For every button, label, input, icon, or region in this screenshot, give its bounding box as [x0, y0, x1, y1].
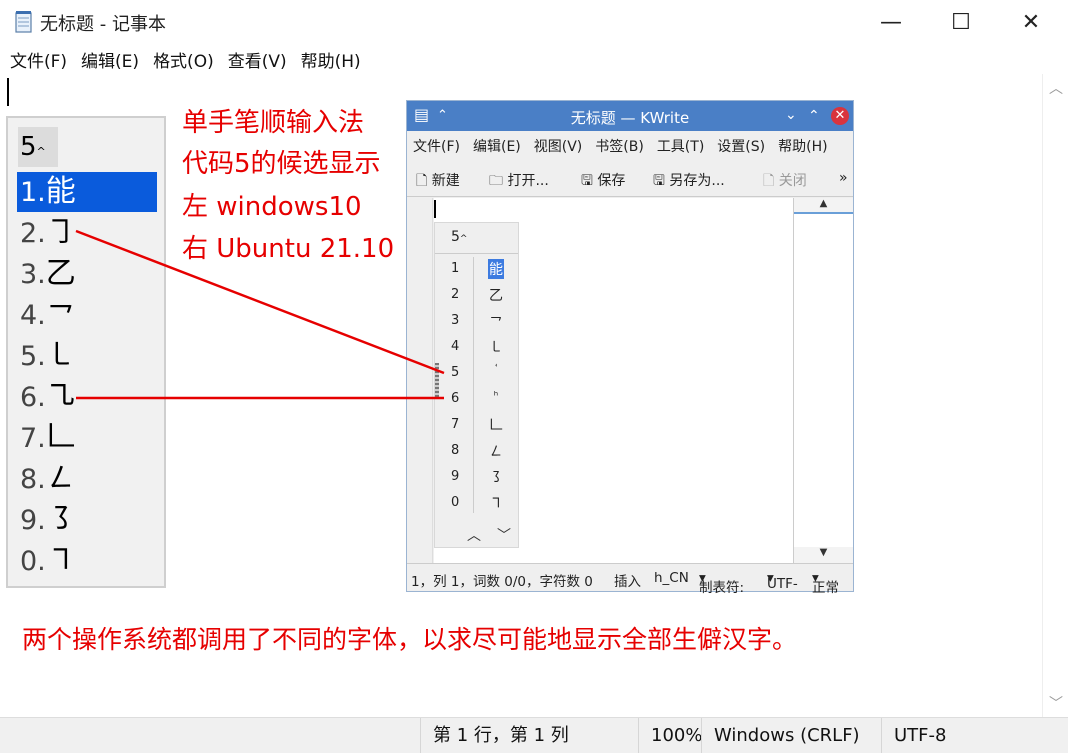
status-encoding: UTF-8	[881, 718, 1068, 753]
status-position: 第 1 行，第 1 列	[420, 718, 638, 753]
connector-line-2-to-5	[75, 229, 445, 375]
annotation-arrows	[75, 229, 445, 400]
notepad-statusbar: 第 1 行，第 1 列 100% Windows (CRLF) UTF-8	[0, 717, 1068, 753]
status-zoom: 100%	[638, 718, 702, 753]
status-line-ending: Windows (CRLF)	[701, 718, 881, 753]
